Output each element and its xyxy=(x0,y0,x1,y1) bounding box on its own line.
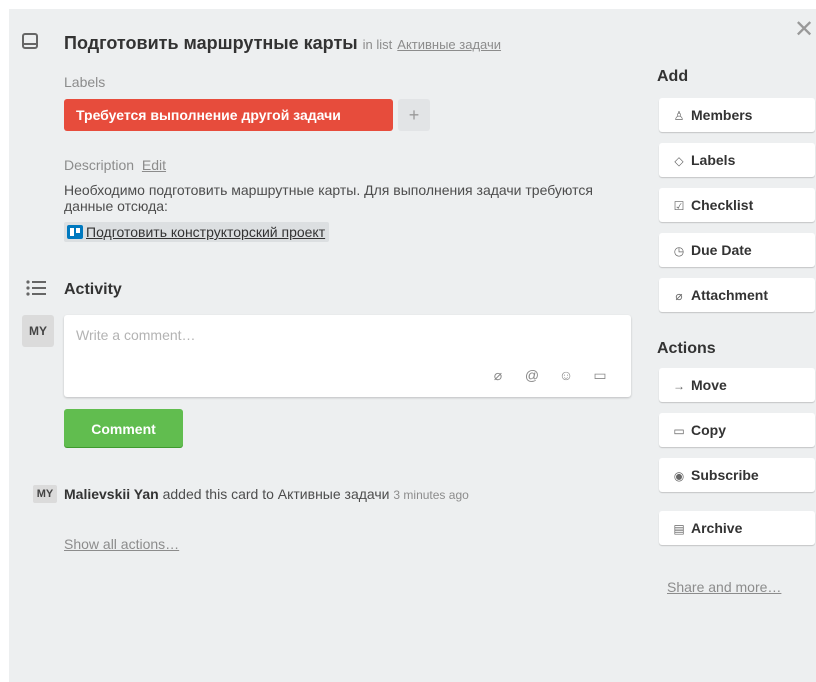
comment-placeholder: Write a comment… xyxy=(76,327,196,343)
activity-action: added this card to Активные задачи xyxy=(162,486,390,502)
archive-button[interactable]: ▤ Archive xyxy=(659,511,815,545)
tag-icon: ◇ xyxy=(674,154,684,168)
due-date-button-label: Due Date xyxy=(691,242,752,258)
checkbox-icon: ☑ xyxy=(673,199,685,213)
card-icon xyxy=(22,33,38,49)
trello-icon xyxy=(67,225,83,239)
attachment-icon[interactable]: ⌀ xyxy=(481,367,515,384)
labels-button[interactable]: ◇ Labels xyxy=(659,143,815,177)
actions-heading: Actions xyxy=(657,340,716,357)
checklist-button-label: Checklist xyxy=(691,197,754,213)
comment-input[interactable]: Write a comment… ⌀ @ ☺ ▭ xyxy=(64,315,631,397)
activity-list-icon xyxy=(26,280,46,296)
show-all-actions-link[interactable]: Show all actions… xyxy=(64,536,179,552)
share-and-more-link[interactable]: Share and more… xyxy=(667,579,781,595)
archive-button-label: Archive xyxy=(691,520,743,536)
person-icon: ♙ xyxy=(673,109,685,123)
in-list-prefix: in list xyxy=(362,37,393,52)
arrow-right-icon: → xyxy=(673,379,685,393)
activity-entry: Malievskii Yan added this card to Активн… xyxy=(64,486,469,502)
members-button[interactable]: ♙ Members xyxy=(659,98,815,132)
emoji-icon[interactable]: ☺ xyxy=(549,367,583,384)
archive-icon: ▤ xyxy=(673,522,685,536)
edit-description-link[interactable]: Edit xyxy=(142,157,166,173)
copy-button[interactable]: ▭ Copy xyxy=(659,413,815,447)
subscribe-button[interactable]: ◉ Subscribe xyxy=(659,458,815,492)
attached-card-link-text[interactable]: Подготовить конструкторский проект xyxy=(86,222,325,242)
activity-avatar[interactable]: MY xyxy=(33,485,57,503)
card-title[interactable]: Подготовить маршрутные карты in list Акт… xyxy=(64,33,501,54)
copy-button-label: Copy xyxy=(691,422,726,438)
attachment-button-label: Attachment xyxy=(691,287,769,303)
add-heading: Add xyxy=(657,68,689,85)
activity-time[interactable]: 3 minutes ago xyxy=(393,488,468,502)
avatar[interactable]: MY xyxy=(22,315,54,347)
card-icon[interactable]: ▭ xyxy=(583,367,617,384)
eye-icon: ◉ xyxy=(673,469,685,483)
members-button-label: Members xyxy=(691,107,753,123)
move-button-label: Move xyxy=(691,377,727,393)
due-date-button[interactable]: ◷ Due Date xyxy=(659,233,815,267)
labels-heading: Labels xyxy=(64,74,106,90)
comment-toolbar: ⌀ @ ☺ ▭ xyxy=(481,367,617,384)
description-heading-label: Description xyxy=(64,157,135,173)
comment-button[interactable]: Comment xyxy=(64,409,183,447)
attached-card-link[interactable]: Подготовить конструкторский проект xyxy=(64,222,330,242)
move-button[interactable]: → Move xyxy=(659,368,815,402)
close-icon[interactable]: ✕ xyxy=(794,18,814,42)
list-name-link[interactable]: Активные задачи xyxy=(397,37,501,52)
card-title-text[interactable]: Подготовить маршрутные карты xyxy=(64,33,358,53)
description-heading: Description Edit xyxy=(64,157,166,173)
activity-heading: Activity xyxy=(64,281,122,298)
paperclip-icon: ⌀ xyxy=(675,289,683,303)
add-label-button[interactable]: + xyxy=(398,99,430,131)
activity-user[interactable]: Malievskii Yan xyxy=(64,486,159,502)
label-chip[interactable]: Требуется выполнение другой задачи xyxy=(64,99,393,131)
attachment-button[interactable]: ⌀ Attachment xyxy=(659,278,815,312)
copy-icon: ▭ xyxy=(673,424,685,438)
subscribe-button-label: Subscribe xyxy=(691,467,759,483)
mention-icon[interactable]: @ xyxy=(515,367,549,384)
labels-button-label: Labels xyxy=(691,152,736,168)
clock-icon: ◷ xyxy=(673,244,685,258)
checklist-button[interactable]: ☑ Checklist xyxy=(659,188,815,222)
description-text: Необходимо подготовить маршрутные карты.… xyxy=(64,182,593,214)
